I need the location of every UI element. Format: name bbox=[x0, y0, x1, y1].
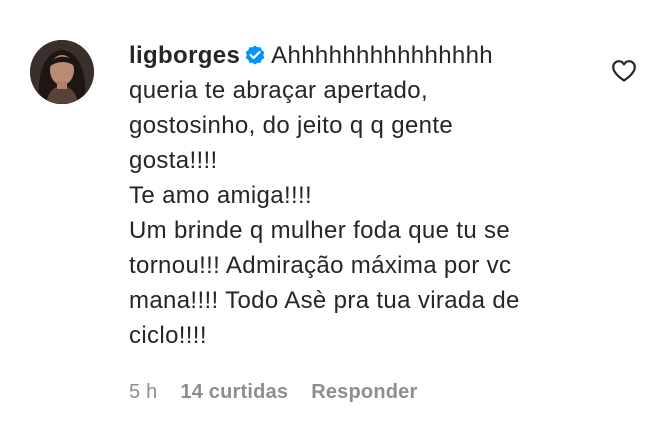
comment-line-first: Ahhhhhhhhhhhhhhh bbox=[271, 42, 493, 69]
comment-line: queria te abraçar apertado, bbox=[129, 77, 428, 104]
timestamp[interactable]: 5 h bbox=[129, 381, 157, 403]
comment-body: ligborges Ahhhhhhhhhhhhhhh queria te abr… bbox=[129, 38, 589, 353]
comment-line: gostosinho, do jeito q q gente bbox=[129, 112, 454, 139]
comment-line: Te amo amiga!!!! bbox=[129, 182, 313, 209]
avatar-image bbox=[30, 40, 94, 104]
username-link[interactable]: ligborges bbox=[129, 42, 240, 69]
comment-line: tornou!!! Admiração máxima por vc bbox=[129, 252, 512, 279]
likes-count[interactable]: 14 curtidas bbox=[180, 381, 288, 403]
reply-button[interactable]: Responder bbox=[311, 381, 417, 403]
comment-line: ciclo!!!! bbox=[129, 322, 207, 349]
verified-badge-icon bbox=[245, 45, 265, 65]
comment-line: gosta!!!! bbox=[129, 147, 218, 174]
comment: ligborges Ahhhhhhhhhhhhhhh queria te abr… bbox=[0, 0, 660, 431]
heart-outline-icon[interactable] bbox=[611, 59, 637, 83]
avatar[interactable] bbox=[30, 40, 94, 104]
comment-line: mana!!!! Todo Asè pra tua virada de bbox=[129, 287, 520, 314]
comment-line: Um brinde q mulher foda que tu se bbox=[129, 217, 511, 244]
comment-text: ligborges Ahhhhhhhhhhhhhhh queria te abr… bbox=[129, 38, 589, 353]
comment-meta: 5 h 14 curtidas Responder bbox=[129, 381, 440, 404]
